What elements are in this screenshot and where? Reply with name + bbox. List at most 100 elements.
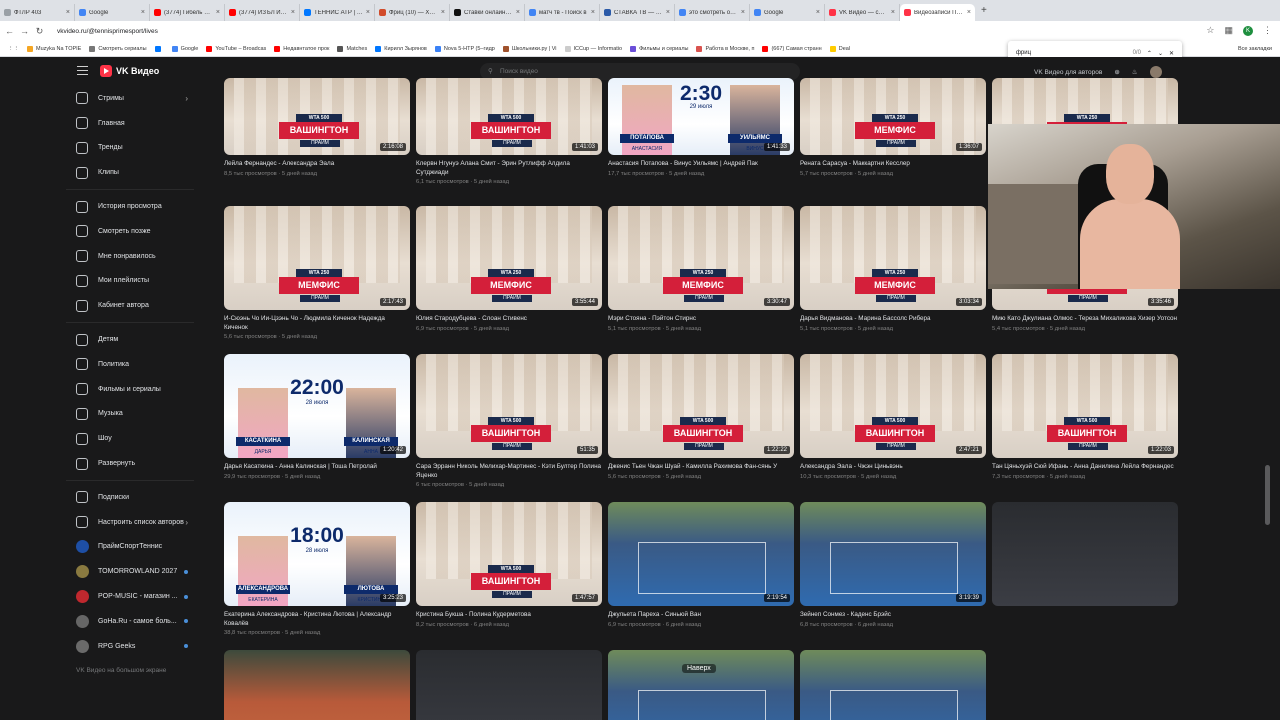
reload-icon[interactable]: ↻: [34, 26, 45, 37]
apps-grid-icon[interactable]: ⋮⋮: [8, 46, 19, 52]
video-title[interactable]: Юлия Стародубцева - Слоан Стивенс: [416, 315, 602, 324]
video-thumbnail[interactable]: WTA 250 МЕМФИС ПРАЙМ 2:17:43: [224, 206, 410, 310]
tab-close-icon[interactable]: ×: [141, 9, 145, 16]
video-card[interactable]: [992, 502, 1178, 606]
sidebar-channel[interactable]: ПраймСпортТеннис: [66, 535, 202, 560]
new-tab-icon[interactable]: +: [981, 5, 987, 16]
video-thumbnail[interactable]: WTA 500 ВАШИНГТОН ПРАЙМ 51:35: [416, 354, 602, 458]
upload-icon[interactable]: ⊕: [1114, 68, 1119, 76]
browser-tab[interactable]: матч тв - Поиск в ×: [525, 4, 600, 21]
video-title[interactable]: Кристина Букша - Полина Кудерметова: [416, 611, 602, 620]
bookmark-item[interactable]: Смотреть сериалы: [89, 45, 147, 52]
sidebar-item[interactable]: Стримы ›: [66, 86, 202, 111]
video-thumbnail[interactable]: WTA 500 ВАШИНГТОН ПРАЙМ 2:47:21: [800, 354, 986, 458]
video-thumbnail[interactable]: [800, 650, 986, 720]
video-thumbnail[interactable]: [416, 650, 602, 720]
video-title[interactable]: Лейла Фернандес - Александра Эала: [224, 160, 410, 169]
video-card[interactable]: WTA 500 ВАШИНГТОН ПРАЙМ 1:41:03 Клервн Нгуну…: [416, 78, 602, 185]
tab-close-icon[interactable]: ×: [591, 9, 595, 16]
sidebar-item[interactable]: Детям: [66, 327, 202, 352]
sidebar-channel[interactable]: RPG Geeks: [66, 634, 202, 659]
sidebar-item[interactable]: Смотреть позже: [66, 219, 202, 244]
sidebar-channel[interactable]: TOMORROWLAND 2027: [66, 559, 202, 584]
browser-tab[interactable]: (3774) Гибель на п ×: [150, 4, 225, 21]
bookmark-item[interactable]: Фильмы и сериалы: [630, 45, 688, 52]
sidebar-item[interactable]: История просмотра: [66, 194, 202, 219]
bookmark-item[interactable]: Nova 5-HTP (5–гидр: [434, 45, 495, 52]
video-card[interactable]: WTA 500 ВАШИНГТОН ПРАЙМ 2:16:08 Лейла Фернан…: [224, 78, 410, 177]
video-thumbnail[interactable]: WTA 500 ВАШИНГТОН ПРАЙМ 2:16:08: [224, 78, 410, 155]
video-title[interactable]: Дарья Касаткина - Анна Калинская | Тоша …: [224, 463, 410, 472]
brand-title[interactable]: VK Видео: [116, 66, 159, 76]
video-thumbnail[interactable]: WTA 250 МЕМФИС ПРАЙМ 3:55:44: [416, 206, 602, 310]
video-card[interactable]: WTA 250 МЕМФИС ПРАЙМ 1:36:07 Рената Сарасуа …: [800, 78, 986, 177]
video-title[interactable]: Тан Цяньхуэй Сюй Ифань - Анна Данилина Л…: [992, 463, 1178, 472]
video-card[interactable]: [224, 650, 410, 720]
browser-tab[interactable]: Видеозаписи Прай ×: [900, 4, 975, 21]
video-card[interactable]: 22:00 28 июля КАСАТКИНА КАЛИНСКАЯ ДАРЬЯ АННА 1…: [224, 354, 410, 480]
menu-icon[interactable]: ⋮: [1263, 25, 1272, 36]
video-thumbnail[interactable]: WTA 250 МЕМФИС ПРАЙМ 1:36:07: [800, 78, 986, 155]
video-card[interactable]: WTA 250 МЕМФИС ПРАЙМ 3:55:44 Юлия Стародубце…: [416, 206, 602, 332]
video-card[interactable]: WTA 250 МЕМФИС ПРАЙМ 3:03:34 Дарья Видманова…: [800, 206, 986, 332]
all-bookmarks-link[interactable]: Все закладки: [1238, 46, 1272, 52]
browser-tab[interactable]: Ставки онлайн на ×: [450, 4, 525, 21]
video-thumbnail[interactable]: 2:19:54: [608, 502, 794, 606]
tab-close-icon[interactable]: ×: [516, 9, 520, 16]
video-title[interactable]: И-Сюэнь Чо Йи-Цзэнь Чо - Людмила Киченок…: [224, 315, 410, 332]
video-thumbnail[interactable]: WTA 500 ВАШИНГТОН ПРАЙМ 1:47:57: [416, 502, 602, 606]
browser-tab[interactable]: VK Видео — смотр ×: [825, 4, 900, 21]
menu-burger-icon[interactable]: [77, 66, 88, 75]
video-thumbnail[interactable]: 18:00 28 июля АЛЕКСАНДРОВА ЛЮТОВА ЕКАТЕРИНА К…: [224, 502, 410, 606]
profile-avatar[interactable]: K: [1243, 25, 1253, 36]
sidebar-item[interactable]: Настроить список авторов ›: [66, 510, 202, 535]
bookmark-item[interactable]: (667) Самая странн: [762, 45, 822, 52]
tab-close-icon[interactable]: ×: [441, 9, 445, 16]
browser-tab[interactable]: Google ×: [750, 4, 825, 21]
video-card[interactable]: 2:19:54 Джульета Пареха - Синьюй Ван 6,9 т…: [608, 502, 794, 628]
video-card[interactable]: WTA 250 МЕМФИС ПРАЙМ 2:17:43 И-Сюэнь Чо Йи-Ц…: [224, 206, 410, 340]
video-title[interactable]: Екатерина Александрова - Кристина Лютова…: [224, 611, 410, 628]
bookmark-item[interactable]: Недавнтатое прок: [274, 45, 329, 52]
video-title[interactable]: Клервн Нгунуэ Алана Смит - Эрин Рутлифф …: [416, 160, 602, 177]
tab-close-icon[interactable]: ×: [741, 9, 745, 16]
video-title[interactable]: Анастасия Потапова - Винус Уильямс | Анд…: [608, 160, 794, 169]
video-thumbnail[interactable]: [224, 650, 410, 720]
video-thumbnail[interactable]: 2:30 29 июля ПОТАПОВА УИЛЬЯМС АНАСТАСИЯ ВИНУС…: [608, 78, 794, 155]
bookmark-item[interactable]: ICCup — Informatio: [564, 45, 622, 52]
find-close-icon[interactable]: ✕: [1169, 50, 1174, 57]
url-field[interactable]: vkvideo.ru/@tennisprimesport/lives: [57, 28, 158, 35]
browser-tab[interactable]: (3774) ИЗЪЛ И ВЕ ×: [225, 4, 300, 21]
video-card[interactable]: WTA 500 ВАШИНГТОН ПРАЙМ 2:47:21 Александра Э…: [800, 354, 986, 480]
video-thumbnail[interactable]: [608, 650, 794, 720]
bookmark-item[interactable]: [154, 45, 164, 52]
video-card[interactable]: [608, 650, 794, 720]
sidebar-item[interactable]: Подписки: [66, 485, 202, 510]
video-thumbnail[interactable]: WTA 500 ВАШИНГТОН ПРАЙМ 1:41:03: [416, 78, 602, 155]
sidebar-item[interactable]: Шоу: [66, 426, 202, 451]
video-title[interactable]: Александра Эала - Чжэн Циньвэнь: [800, 463, 986, 472]
sidebar-item[interactable]: Развернуть: [66, 451, 202, 476]
sidebar-footer-link[interactable]: VK Видео на большом экране: [66, 667, 202, 674]
sidebar-item[interactable]: Мне понравилось: [66, 244, 202, 269]
tab-close-icon[interactable]: ×: [216, 9, 220, 16]
browser-tab[interactable]: ТЕННИС АТР | ИТ ×: [300, 4, 375, 21]
tab-close-icon[interactable]: ×: [666, 9, 670, 16]
bookmark-item[interactable]: Работа в Москве, п: [696, 45, 754, 52]
video-card[interactable]: WTA 500 ВАШИНГТОН ПРАЙМ 51:35 Сара Эрранн Ни…: [416, 354, 602, 488]
browser-tab[interactable]: Фриц (10) — Ходар ×: [375, 4, 450, 21]
bookmark-item[interactable]: Deal: [829, 45, 850, 52]
back-to-top-button[interactable]: Наверх: [682, 664, 716, 673]
tab-close-icon[interactable]: ×: [366, 9, 370, 16]
sidebar-channel[interactable]: POP-MUSIC - магазин ...: [66, 584, 202, 609]
video-card[interactable]: WTA 250 МЕМФИС ПРАЙМ 3:30:47 Мэри Стоянa - П…: [608, 206, 794, 332]
tab-close-icon[interactable]: ×: [967, 9, 971, 16]
sidebar-item[interactable]: Фильмы и сериалы: [66, 377, 202, 402]
extensions-icon[interactable]: ▦: [1224, 25, 1233, 36]
video-thumbnail[interactable]: 22:00 28 июля КАСАТКИНА КАЛИНСКАЯ ДАРЬЯ АННА 1…: [224, 354, 410, 458]
video-thumbnail[interactable]: WTA 500 ВАШИНГТОН ПРАЙМ 1:22:03: [992, 354, 1178, 458]
browser-tab[interactable]: Google ×: [75, 4, 150, 21]
bookmark-item[interactable]: Matches: [337, 45, 367, 52]
video-card[interactable]: WTA 500 ВАШИНГТОН ПРАЙМ 1:22:22 Дженис Тьен …: [608, 354, 794, 480]
video-card[interactable]: 3:19:39 Зейнеп Сонмез - Каденс Брэйс 6,8 т…: [800, 502, 986, 628]
